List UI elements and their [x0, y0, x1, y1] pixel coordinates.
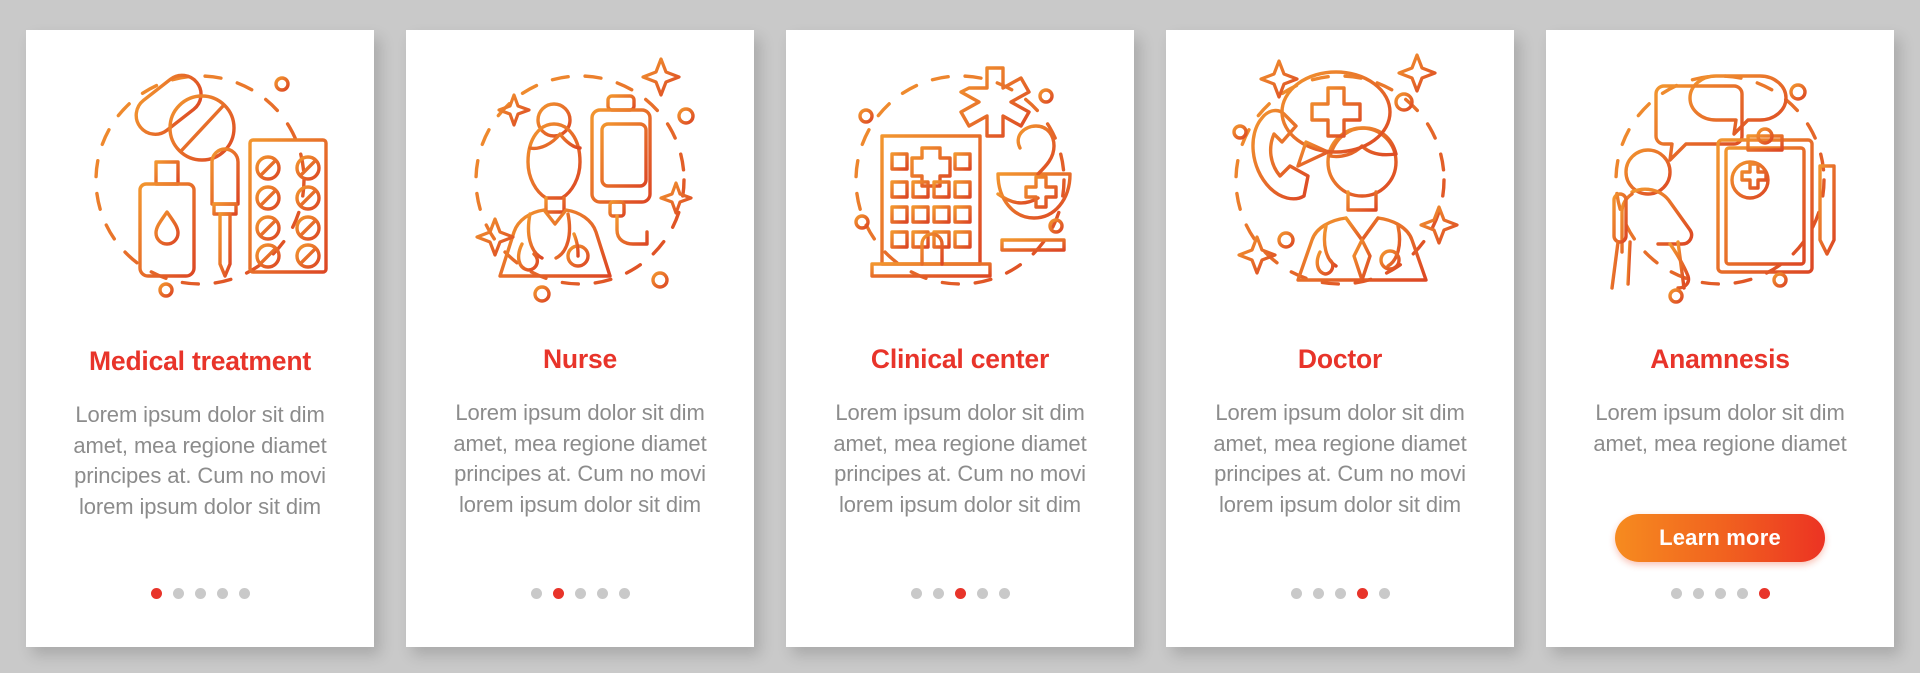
onboarding-card-doctor[interactable]: Doctor Lorem ipsum dolor sit dim amet, m… — [1166, 30, 1514, 647]
card-body-text: Lorem ipsum dolor sit dim amet, mea regi… — [453, 400, 707, 517]
card-body-text: Lorem ipsum dolor sit dim amet, mea regi… — [833, 400, 1087, 517]
card-title: Doctor — [1297, 344, 1383, 374]
onboarding-card-medical-treatment[interactable]: Medical treatment Lorem ipsum dolor sit … — [26, 30, 374, 647]
pagination-dots[interactable] — [910, 588, 1010, 599]
card-body-text: Lorem ipsum dolor sit dim amet, mea regi… — [1593, 400, 1847, 456]
pagination-dot-4[interactable] — [976, 588, 988, 599]
pagination-dot-5[interactable] — [618, 588, 630, 599]
pagination-dot-3[interactable] — [1334, 588, 1346, 599]
onboarding-card-anamnesis[interactable]: Anamnesis Lorem ipsum dolor sit dim amet… — [1546, 30, 1894, 647]
card-title: Anamnesis — [1650, 344, 1790, 374]
pagination-dot-1[interactable] — [910, 588, 922, 599]
pagination-dot-4[interactable] — [1356, 588, 1368, 599]
pagination-dot-2[interactable] — [552, 588, 564, 599]
pagination-dot-3[interactable] — [574, 588, 586, 599]
pagination-dots[interactable] — [1670, 588, 1770, 599]
card-title: Medical treatment — [89, 346, 311, 376]
pagination-dot-4[interactable] — [596, 588, 608, 599]
pills-medication-icon — [70, 44, 330, 316]
pagination-dot-3[interactable] — [194, 588, 206, 599]
pagination-dot-2[interactable] — [1692, 588, 1704, 599]
pagination-dot-5[interactable] — [1758, 588, 1770, 599]
pagination-dot-3[interactable] — [954, 588, 966, 599]
nurse-iv-drip-icon — [450, 44, 710, 316]
onboarding-screens-board: Medical treatment Lorem ipsum dolor sit … — [0, 0, 1920, 673]
pagination-dot-5[interactable] — [998, 588, 1010, 599]
pagination-dot-1[interactable] — [1670, 588, 1682, 599]
card-body-text: Lorem ipsum dolor sit dim amet, mea regi… — [73, 402, 327, 519]
pagination-dot-1[interactable] — [1290, 588, 1302, 599]
pagination-dots[interactable] — [530, 588, 630, 599]
pagination-dot-4[interactable] — [1736, 588, 1748, 599]
pagination-dot-5[interactable] — [1378, 588, 1390, 599]
card-body-text: Lorem ipsum dolor sit dim amet, mea regi… — [1213, 400, 1467, 517]
pagination-dot-5[interactable] — [238, 588, 250, 599]
doctor-call-icon — [1210, 44, 1470, 316]
pagination-dots[interactable] — [150, 588, 250, 599]
pagination-dot-4[interactable] — [216, 588, 228, 599]
pagination-dot-3[interactable] — [1714, 588, 1726, 599]
hospital-building-icon — [830, 44, 1090, 316]
pagination-dot-2[interactable] — [172, 588, 184, 599]
patient-interview-clipboard-icon — [1590, 44, 1850, 316]
pagination-dot-1[interactable] — [150, 588, 162, 599]
onboarding-card-nurse[interactable]: Nurse Lorem ipsum dolor sit dim amet, me… — [406, 30, 754, 647]
onboarding-card-clinical-center[interactable]: Clinical center Lorem ipsum dolor sit di… — [786, 30, 1134, 647]
card-title: Clinical center — [870, 344, 1050, 374]
pagination-dot-2[interactable] — [932, 588, 944, 599]
pagination-dot-2[interactable] — [1312, 588, 1324, 599]
card-title: Nurse — [542, 344, 618, 374]
pagination-dots[interactable] — [1290, 588, 1390, 599]
pagination-dot-1[interactable] — [530, 588, 542, 599]
learn-more-button[interactable]: Learn more — [1615, 514, 1825, 562]
